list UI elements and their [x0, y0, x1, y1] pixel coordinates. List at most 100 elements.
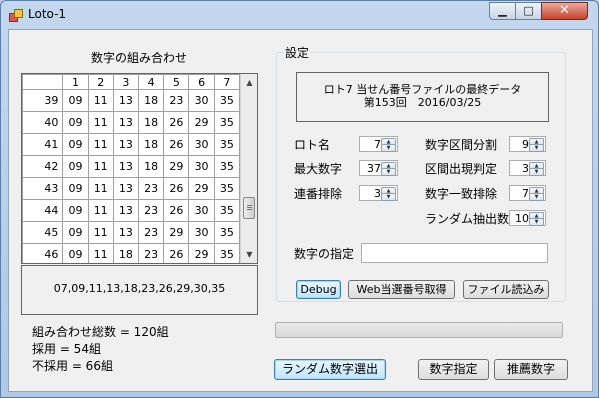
row-header[interactable]: 40	[22, 111, 64, 134]
spin-down-icon[interactable]: ▼	[529, 193, 544, 201]
table-cell[interactable]: 13	[112, 199, 140, 222]
table-cell[interactable]: 30	[188, 133, 215, 156]
table-cell[interactable]: 30	[188, 199, 215, 222]
match-exclusion-spinner[interactable]: 7 ▲ ▼	[509, 185, 546, 201]
table-cell[interactable]: 30	[188, 221, 215, 244]
range-division-spinner[interactable]: 9 ▲ ▼	[509, 136, 546, 152]
table-cell[interactable]: 13	[112, 133, 140, 156]
table-cell[interactable]: 29	[163, 221, 190, 244]
table-cell[interactable]: 11	[87, 199, 114, 222]
random-select-button[interactable]: ランダム数字選出	[274, 359, 386, 380]
grid-scrollbar[interactable]: ▲ ▼	[240, 74, 257, 263]
row-header[interactable]: 45	[22, 221, 64, 244]
table-cell[interactable]: 18	[138, 133, 165, 156]
table-row[interactable]: 46 09 11 18 23 26 29 35	[22, 243, 241, 263]
random-extraction-spinner[interactable]: 10 ▲ ▼	[509, 210, 546, 226]
table-cell[interactable]: 35	[213, 221, 241, 244]
table-cell[interactable]: 09	[62, 133, 89, 156]
column-header[interactable]: 3	[112, 74, 140, 90]
table-cell[interactable]: 26	[163, 133, 190, 156]
table-cell[interactable]: 09	[62, 89, 89, 112]
max-number-spinner[interactable]: 37 ▲ ▼	[359, 160, 398, 176]
spin-down-icon[interactable]: ▼	[381, 144, 396, 152]
debug-button[interactable]: Debug	[296, 280, 341, 299]
table-cell[interactable]: 23	[138, 177, 165, 200]
table-cell[interactable]: 09	[62, 111, 89, 134]
table-cell[interactable]: 35	[213, 199, 241, 222]
table-cell[interactable]: 13	[112, 111, 140, 134]
table-row[interactable]: 39 09 11 13 18 23 30 35	[22, 89, 241, 112]
table-cell[interactable]: 11	[87, 111, 114, 134]
table-cell[interactable]: 26	[163, 199, 190, 222]
table-cell[interactable]: 13	[112, 177, 140, 200]
title-bar[interactable]: Loto-1 ▁ □ ✕	[1, 1, 598, 28]
table-cell[interactable]: 29	[188, 243, 215, 263]
recommend-button[interactable]: 推薦数字	[494, 359, 568, 380]
close-button[interactable]: ✕	[541, 2, 588, 20]
table-cell[interactable]: 11	[87, 221, 114, 244]
consecutive-exclusion-spinner[interactable]: 3 ▲ ▼	[359, 185, 398, 201]
column-header[interactable]: 4	[138, 74, 165, 90]
column-header[interactable]: 7	[213, 74, 241, 90]
spin-down-icon[interactable]: ▼	[529, 218, 544, 226]
table-row[interactable]: 45 09 11 13 23 29 30 35	[22, 221, 241, 244]
table-cell[interactable]: 35	[213, 133, 241, 156]
table-cell[interactable]: 35	[213, 177, 241, 200]
table-row[interactable]: 43 09 11 13 23 26 29 35	[22, 177, 241, 200]
table-cell[interactable]: 13	[112, 89, 140, 112]
table-cell[interactable]: 23	[138, 221, 165, 244]
table-cell[interactable]: 11	[87, 177, 114, 200]
table-cell[interactable]: 13	[112, 221, 140, 244]
table-row[interactable]: 42 09 11 13 18 29 30 35	[22, 155, 241, 178]
table-cell[interactable]: 35	[213, 243, 241, 263]
file-load-button[interactable]: ファイル読込み	[463, 280, 549, 299]
table-row[interactable]: 44 09 11 13 23 26 30 35	[22, 199, 241, 222]
web-fetch-button[interactable]: Web当選番号取得	[348, 280, 455, 299]
number-spec-button[interactable]: 数字指定	[418, 359, 489, 380]
range-appearance-spinner[interactable]: 3 ▲ ▼	[509, 160, 546, 176]
scroll-thumb[interactable]	[243, 197, 255, 219]
spin-down-icon[interactable]: ▼	[529, 144, 544, 152]
table-cell[interactable]: 29	[188, 177, 215, 200]
table-cell[interactable]: 18	[112, 243, 140, 263]
scroll-up-icon[interactable]: ▲	[241, 74, 257, 91]
column-header[interactable]: 5	[163, 74, 190, 90]
table-row[interactable]: 41 09 11 13 18 26 30 35	[22, 133, 241, 156]
table-cell[interactable]: 11	[87, 133, 114, 156]
column-header[interactable]: 6	[188, 74, 215, 90]
table-cell[interactable]: 09	[62, 177, 89, 200]
row-header[interactable]: 41	[22, 133, 64, 156]
spin-down-icon[interactable]: ▼	[381, 168, 396, 176]
table-cell[interactable]: 30	[188, 155, 215, 178]
table-cell[interactable]: 23	[138, 243, 165, 263]
table-cell[interactable]: 23	[163, 89, 190, 112]
table-cell[interactable]: 11	[87, 155, 114, 178]
table-cell[interactable]: 13	[112, 155, 140, 178]
table-cell[interactable]: 29	[163, 155, 190, 178]
table-cell[interactable]: 29	[188, 111, 215, 134]
table-cell[interactable]: 09	[62, 199, 89, 222]
table-row[interactable]: 40 09 11 13 18 26 29 35	[22, 111, 241, 134]
table-cell[interactable]: 26	[163, 243, 190, 263]
table-cell[interactable]: 09	[62, 155, 89, 178]
maximize-button[interactable]: □	[515, 2, 542, 20]
column-header[interactable]: 1	[62, 74, 89, 90]
row-header[interactable]: 39	[22, 89, 64, 112]
table-cell[interactable]: 26	[163, 111, 190, 134]
scroll-down-icon[interactable]: ▼	[241, 246, 257, 263]
number-spec-input[interactable]	[361, 243, 548, 263]
table-cell[interactable]: 09	[62, 221, 89, 244]
loto-name-spinner[interactable]: 7 ▲ ▼	[359, 136, 398, 152]
table-cell[interactable]: 35	[213, 89, 241, 112]
combination-grid[interactable]: 1 2 3 4 5 6 7 39 09 11 13 18 23 30 35 40 09 11 13 1…	[21, 73, 258, 264]
row-header[interactable]: 43	[22, 177, 64, 200]
table-cell[interactable]: 30	[188, 89, 215, 112]
table-cell[interactable]: 18	[138, 155, 165, 178]
row-header[interactable]: 42	[22, 155, 64, 178]
spin-down-icon[interactable]: ▼	[529, 168, 544, 176]
table-cell[interactable]: 35	[213, 155, 241, 178]
table-cell[interactable]: 35	[213, 111, 241, 134]
table-cell[interactable]: 18	[138, 89, 165, 112]
column-header[interactable]: 2	[87, 74, 114, 90]
table-cell[interactable]: 11	[87, 89, 114, 112]
